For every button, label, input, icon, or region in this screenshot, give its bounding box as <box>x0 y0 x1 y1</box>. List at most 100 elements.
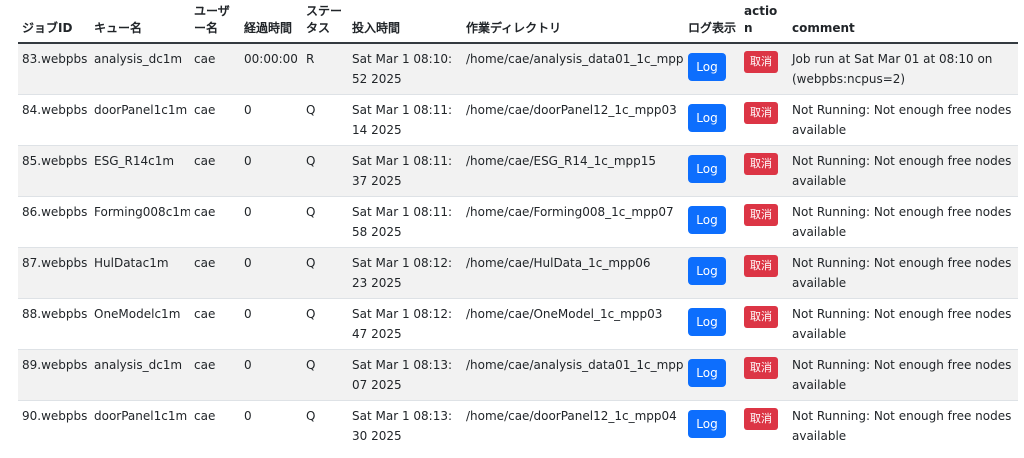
cancel-button[interactable]: 取消 <box>744 255 778 277</box>
job-id-cell: 87.webpbs <box>18 247 90 299</box>
user-cell: cae <box>190 400 240 451</box>
cancel-button[interactable]: 取消 <box>744 306 778 328</box>
log-button[interactable]: Log <box>688 308 726 336</box>
table-row: 84.webpbs doorPanel1c1m cae 0 Q Sat Mar … <box>18 94 1018 146</box>
status-cell: Q <box>302 400 348 451</box>
col-queue: キュー名 <box>90 0 190 44</box>
table-row: 88.webpbs OneModelc1m cae 0 Q Sat Mar 1 … <box>18 298 1018 350</box>
table-row: 86.webpbs Forming008c1m cae 0 Q Sat Mar … <box>18 196 1018 248</box>
elapsed-cell: 0 <box>240 196 302 248</box>
cancel-button[interactable]: 取消 <box>744 357 778 379</box>
table-row: 85.webpbs ESG_R14c1m cae 0 Q Sat Mar 1 0… <box>18 145 1018 197</box>
work-dir-cell: /home/cae/OneModel_1c_mpp03 <box>462 298 684 350</box>
queue-cell: doorPanel1c1m <box>90 94 190 146</box>
elapsed-cell: 0 <box>240 298 302 350</box>
job-table: ジョブID キュー名 ユーザー名 経過時間 ステータス 投入時間 作業ディレクト… <box>18 0 1018 451</box>
queue-cell: OneModelc1m <box>90 298 190 350</box>
submit-time-cell: Sat Mar 1 08:11:37 2025 <box>348 145 462 197</box>
work-dir-cell: /home/cae/analysis_data01_1c_mpp02 <box>462 42 684 95</box>
col-submit-time: 投入時間 <box>348 0 462 44</box>
table-body: 83.webpbs analysis_dc1m cae 00:00:00 R S… <box>18 42 1018 451</box>
job-id-cell: 83.webpbs <box>18 42 90 95</box>
log-cell: Log <box>684 400 740 451</box>
comment-cell: Not Running: Not enough free nodes avail… <box>788 400 1018 451</box>
comment-cell: Not Running: Not enough free nodes avail… <box>788 349 1018 401</box>
user-cell: cae <box>190 247 240 299</box>
status-cell: Q <box>302 247 348 299</box>
queue-cell: analysis_dc1m <box>90 349 190 401</box>
log-cell: Log <box>684 145 740 197</box>
log-cell: Log <box>684 94 740 146</box>
action-cell: 取消 <box>740 42 788 95</box>
comment-cell: Not Running: Not enough free nodes avail… <box>788 298 1018 350</box>
status-cell: Q <box>302 145 348 197</box>
log-button[interactable]: Log <box>688 53 726 81</box>
job-id-cell: 86.webpbs <box>18 196 90 248</box>
cancel-button[interactable]: 取消 <box>744 51 778 73</box>
cancel-button[interactable]: 取消 <box>744 408 778 430</box>
submit-time-cell: Sat Mar 1 08:13:30 2025 <box>348 400 462 451</box>
col-action: action <box>740 0 788 44</box>
col-elapsed: 経過時間 <box>240 0 302 44</box>
elapsed-cell: 0 <box>240 349 302 401</box>
table-row: 90.webpbs doorPanel1c1m cae 0 Q Sat Mar … <box>18 400 1018 451</box>
action-cell: 取消 <box>740 196 788 248</box>
submit-time-cell: Sat Mar 1 08:12:23 2025 <box>348 247 462 299</box>
action-cell: 取消 <box>740 400 788 451</box>
status-cell: R <box>302 42 348 95</box>
comment-cell: Job run at Sat Mar 01 at 08:10 on (webpb… <box>788 42 1018 95</box>
action-cell: 取消 <box>740 247 788 299</box>
queue-cell: ESG_R14c1m <box>90 145 190 197</box>
status-cell: Q <box>302 94 348 146</box>
log-cell: Log <box>684 196 740 248</box>
log-button[interactable]: Log <box>688 155 726 183</box>
job-id-cell: 90.webpbs <box>18 400 90 451</box>
action-cell: 取消 <box>740 349 788 401</box>
action-cell: 取消 <box>740 298 788 350</box>
submit-time-cell: Sat Mar 1 08:12:47 2025 <box>348 298 462 350</box>
log-button[interactable]: Log <box>688 257 726 285</box>
job-id-cell: 84.webpbs <box>18 94 90 146</box>
work-dir-cell: /home/cae/Forming008_1c_mpp07 <box>462 196 684 248</box>
job-id-cell: 85.webpbs <box>18 145 90 197</box>
col-job-id: ジョブID <box>18 0 90 44</box>
job-list: ジョブID キュー名 ユーザー名 経過時間 ステータス 投入時間 作業ディレクト… <box>18 0 1018 451</box>
table-row: 89.webpbs analysis_dc1m cae 0 Q Sat Mar … <box>18 349 1018 401</box>
elapsed-cell: 0 <box>240 247 302 299</box>
log-button[interactable]: Log <box>688 104 726 132</box>
action-cell: 取消 <box>740 145 788 197</box>
log-cell: Log <box>684 349 740 401</box>
log-button[interactable]: Log <box>688 206 726 234</box>
status-cell: Q <box>302 298 348 350</box>
queue-cell: doorPanel1c1m <box>90 400 190 451</box>
queue-cell: Forming008c1m <box>90 196 190 248</box>
comment-cell: Not Running: Not enough free nodes avail… <box>788 145 1018 197</box>
table-row: 83.webpbs analysis_dc1m cae 00:00:00 R S… <box>18 42 1018 95</box>
work-dir-cell: /home/cae/analysis_data01_1c_mpp03 <box>462 349 684 401</box>
status-cell: Q <box>302 349 348 401</box>
log-button[interactable]: Log <box>688 410 726 438</box>
col-work-dir: 作業ディレクトリ <box>462 0 684 44</box>
elapsed-cell: 0 <box>240 94 302 146</box>
job-id-cell: 88.webpbs <box>18 298 90 350</box>
submit-time-cell: Sat Mar 1 08:13:07 2025 <box>348 349 462 401</box>
user-cell: cae <box>190 94 240 146</box>
comment-cell: Not Running: Not enough free nodes avail… <box>788 247 1018 299</box>
col-log: ログ表示 <box>684 0 740 44</box>
work-dir-cell: /home/cae/doorPanel12_1c_mpp03 <box>462 94 684 146</box>
submit-time-cell: Sat Mar 1 08:11:58 2025 <box>348 196 462 248</box>
work-dir-cell: /home/cae/HulData_1c_mpp06 <box>462 247 684 299</box>
work-dir-cell: /home/cae/ESG_R14_1c_mpp15 <box>462 145 684 197</box>
cancel-button[interactable]: 取消 <box>744 204 778 226</box>
cancel-button[interactable]: 取消 <box>744 102 778 124</box>
cancel-button[interactable]: 取消 <box>744 153 778 175</box>
comment-cell: Not Running: Not enough free nodes avail… <box>788 196 1018 248</box>
queue-cell: HulDatac1m <box>90 247 190 299</box>
log-button[interactable]: Log <box>688 359 726 387</box>
elapsed-cell: 0 <box>240 145 302 197</box>
table-header: ジョブID キュー名 ユーザー名 経過時間 ステータス 投入時間 作業ディレクト… <box>18 0 1018 44</box>
col-status: ステータス <box>302 0 348 44</box>
submit-time-cell: Sat Mar 1 08:11:14 2025 <box>348 94 462 146</box>
user-cell: cae <box>190 298 240 350</box>
user-cell: cae <box>190 196 240 248</box>
